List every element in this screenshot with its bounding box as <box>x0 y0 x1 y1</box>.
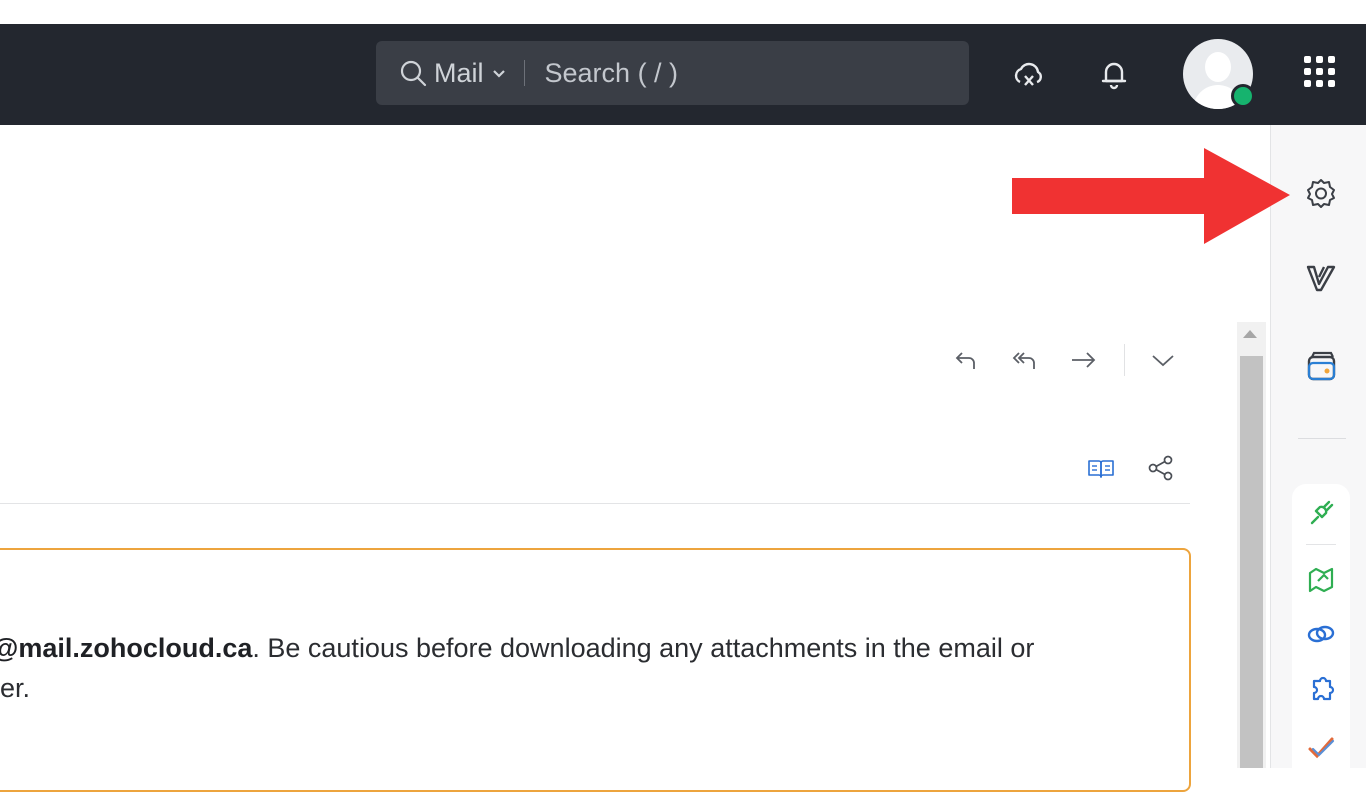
phishing-warning-text: @mail.zohocloud.ca. Be cautious before d… <box>0 628 1180 708</box>
online-status-badge <box>1231 84 1255 108</box>
scrollbar-thumb[interactable] <box>1240 356 1263 768</box>
v-logo-icon[interactable] <box>1301 258 1341 298</box>
reply-icon[interactable] <box>948 342 984 378</box>
action-separator <box>1124 344 1125 376</box>
puzzle-icon[interactable] <box>1301 670 1341 710</box>
chevron-down-icon[interactable] <box>1145 342 1181 378</box>
chevron-down-icon[interactable] <box>490 64 508 82</box>
reader-view-icon[interactable] <box>1083 450 1119 486</box>
avatar-head <box>1205 52 1231 82</box>
search-input[interactable]: Search ( / ) <box>545 58 679 89</box>
forward-icon[interactable] <box>1065 342 1101 378</box>
apps-grid-icon[interactable] <box>1300 52 1340 92</box>
right-rail-divider <box>1298 438 1346 439</box>
warning-message: . Be cautious before downloading any att… <box>252 633 1035 663</box>
search-icon <box>398 58 428 88</box>
search-scope-label[interactable]: Mail <box>434 58 484 89</box>
cloud-sync-icon[interactable] <box>1009 54 1049 94</box>
wallet-icon[interactable] <box>1301 346 1341 386</box>
plug-icon[interactable] <box>1301 492 1341 532</box>
gear-icon[interactable] <box>1301 173 1341 213</box>
panel-divider <box>1306 544 1336 545</box>
check-icon[interactable] <box>1301 726 1341 766</box>
header-divider <box>0 503 1190 504</box>
sender-domain: @mail.zohocloud.ca <box>0 633 253 663</box>
search-bar[interactable]: Mail Search ( / ) <box>376 41 969 105</box>
search-separator <box>523 60 525 86</box>
bell-icon[interactable] <box>1094 54 1134 94</box>
warning-message-line2: er. <box>0 673 31 703</box>
share-icon[interactable] <box>1143 450 1179 486</box>
map-icon[interactable] <box>1301 558 1341 598</box>
reply-all-icon[interactable] <box>1007 342 1043 378</box>
link-icon[interactable] <box>1301 614 1341 654</box>
scroll-up-arrow[interactable] <box>1243 330 1257 338</box>
annotation-arrow <box>1012 148 1290 244</box>
